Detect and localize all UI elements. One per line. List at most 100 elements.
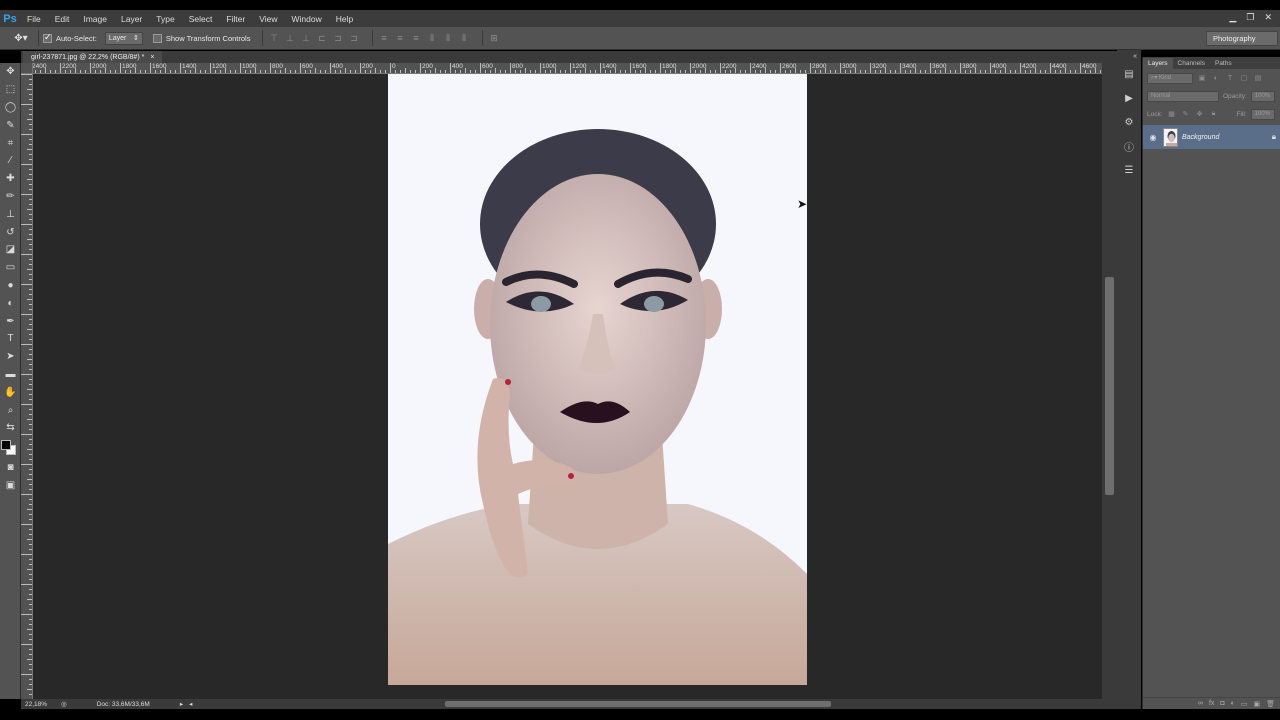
lock-pixels-icon[interactable]: ✎ — [1181, 109, 1191, 119]
move-tool-icon[interactable]: ✥ — [0, 63, 21, 81]
gradient-tool-icon[interactable]: ▭ — [0, 259, 21, 277]
move-tool-preset-icon[interactable]: ✥▾ — [8, 30, 34, 46]
horizontal-ruler[interactable]: 2400 2200 2000 1800 1600 1400 1200 1000 800 600 40… — [33, 63, 1102, 74]
tab-channels[interactable]: Channels — [1173, 58, 1210, 69]
info-panel-icon[interactable]: ⓘ — [1117, 134, 1141, 158]
quick-mask-icon[interactable]: ◙ — [0, 459, 21, 477]
document-image[interactable] — [388, 74, 807, 685]
type-tool-icon[interactable]: T — [0, 330, 21, 348]
foreground-color-swatch[interactable] — [1, 439, 11, 450]
delete-layer-icon[interactable]: 🗑︎ — [1266, 700, 1275, 708]
fill-field[interactable]: 100% — [1250, 108, 1275, 120]
align-bottom-icon[interactable]: ⊥ — [299, 32, 312, 44]
swap-colors-icon[interactable]: ⇆ — [0, 419, 21, 437]
color-swatches[interactable] — [0, 437, 21, 459]
lock-all-icon[interactable]: 🔒︎ — [1209, 109, 1219, 119]
visibility-eye-icon[interactable]: ◉ — [1147, 133, 1159, 142]
vertical-scrollbar[interactable] — [1102, 63, 1117, 699]
kind-filter-dropdown[interactable]: ⌕▾ Kind — [1147, 72, 1193, 84]
info-icon[interactable]: ◎ — [61, 700, 67, 708]
new-adjustment-icon[interactable]: ◐ — [1231, 700, 1235, 707]
auto-select-checkbox[interactable]: Auto-Select: — [43, 32, 97, 43]
opacity-field[interactable]: 100% — [1250, 90, 1275, 102]
eraser-tool-icon[interactable]: ◪ — [0, 241, 21, 259]
distribute-bottom-icon[interactable]: ≡ — [409, 32, 422, 44]
type-filter-icon[interactable]: T — [1225, 73, 1235, 83]
zoom-tool-icon[interactable]: ⌕ — [0, 401, 21, 419]
restore-icon[interactable]: ❐ — [1246, 12, 1254, 23]
menu-window[interactable]: Window — [284, 14, 328, 24]
align-top-icon[interactable]: ⊤ — [267, 32, 280, 44]
close-icon[interactable]: ✕ — [1264, 12, 1272, 23]
dodge-tool-icon[interactable]: ◐ — [0, 294, 21, 312]
lock-position-icon[interactable]: ✥ — [1195, 109, 1205, 119]
lasso-tool-icon[interactable]: ◯ — [0, 99, 21, 117]
menu-file[interactable]: File — [20, 14, 48, 24]
link-layers-icon[interactable]: ∞ — [1198, 700, 1203, 707]
shape-filter-icon[interactable]: ▢ — [1239, 73, 1249, 83]
pen-tool-icon[interactable]: ✒ — [0, 312, 21, 330]
align-right-icon[interactable]: ⊐ — [347, 32, 360, 44]
layer-style-icon[interactable]: fx — [1209, 700, 1214, 707]
pixel-filter-icon[interactable]: ▣ — [1197, 73, 1207, 83]
eyedropper-tool-icon[interactable]: ⁄ — [0, 152, 21, 170]
checkbox-icon[interactable] — [152, 33, 162, 43]
horizontal-scrollbar-thumb[interactable] — [445, 701, 831, 707]
menu-layer[interactable]: Layer — [114, 14, 149, 24]
ruler-origin[interactable] — [21, 63, 33, 74]
menu-edit[interactable]: Edit — [48, 14, 77, 24]
adjustment-filter-icon[interactable]: ◐ — [1211, 73, 1221, 83]
menu-view[interactable]: View — [252, 14, 284, 24]
tab-paths[interactable]: Paths — [1210, 58, 1237, 69]
scroll-left-icon[interactable]: ◂ — [189, 700, 192, 708]
path-selection-tool-icon[interactable]: ➤ — [0, 348, 21, 366]
close-tab-icon[interactable]: × — [150, 54, 154, 61]
history-panel-icon[interactable]: ▤ — [1117, 62, 1141, 86]
smart-object-filter-icon[interactable]: ▤ — [1253, 73, 1263, 83]
align-vcenter-icon[interactable]: ⊥ — [283, 32, 296, 44]
align-left-icon[interactable]: ⊏ — [315, 32, 328, 44]
menu-image[interactable]: Image — [76, 14, 114, 24]
clone-stamp-tool-icon[interactable]: ⊥ — [0, 205, 21, 223]
vertical-ruler[interactable] — [21, 74, 33, 699]
menu-filter[interactable]: Filter — [219, 14, 252, 24]
marquee-tool-icon[interactable]: ⬚ — [0, 81, 21, 99]
crop-tool-icon[interactable]: ⌗ — [0, 134, 21, 152]
menu-select[interactable]: Select — [182, 14, 220, 24]
distribute-right-icon[interactable]: ⫴ — [457, 32, 470, 44]
rectangle-tool-icon[interactable]: ▬ — [0, 366, 21, 384]
healing-brush-tool-icon[interactable]: ✚ — [0, 170, 21, 188]
menu-type[interactable]: Type — [149, 14, 181, 24]
distribute-top-icon[interactable]: ≡ — [377, 32, 390, 44]
quick-select-tool-icon[interactable]: ✎ — [0, 116, 21, 134]
lock-transparency-icon[interactable]: ▦ — [1167, 109, 1177, 119]
align-hcenter-icon[interactable]: ⊐ — [331, 32, 344, 44]
history-brush-tool-icon[interactable]: ↺ — [0, 223, 21, 241]
layer-row[interactable]: ◉ Background 🔒︎ — [1143, 125, 1280, 149]
blur-tool-icon[interactable]: ● — [0, 277, 21, 295]
status-menu-arrow-icon[interactable]: ▸ — [180, 700, 183, 708]
document-tab[interactable]: girl-237871.jpg @ 22,2% (RGB/8#) * × — [23, 51, 163, 63]
layer-name[interactable]: Background — [1182, 134, 1268, 141]
minimize-icon[interactable]: ▁ — [1229, 12, 1236, 23]
screen-mode-icon[interactable]: ▣ — [0, 477, 21, 495]
workspace-switcher[interactable]: Photography — [1206, 31, 1278, 46]
distribute-left-icon[interactable]: ⫴ — [425, 32, 438, 44]
auto-align-icon[interactable]: ⊞ — [487, 32, 500, 44]
menu-help[interactable]: Help — [329, 14, 360, 24]
actions-panel-icon[interactable]: ▶ — [1117, 86, 1141, 110]
checkbox-icon[interactable] — [43, 32, 52, 43]
brush-tool-icon[interactable]: ✏ — [0, 188, 21, 206]
blend-mode-dropdown[interactable]: Normal — [1147, 90, 1219, 102]
zoom-level[interactable]: 22,18% — [25, 701, 47, 708]
new-group-icon[interactable]: ▭ — [1241, 700, 1248, 708]
hand-tool-icon[interactable]: ✋ — [0, 383, 21, 401]
adjustments-panel-icon[interactable]: ⚙ — [1117, 110, 1141, 134]
collapse-panels-icon[interactable]: « — [1117, 50, 1141, 62]
scrollbar-thumb[interactable] — [1105, 277, 1114, 495]
new-layer-icon[interactable]: ▣ — [1253, 700, 1260, 708]
show-transform-checkbox[interactable]: Show Transform Controls — [152, 33, 250, 43]
tab-layers[interactable]: Layers — [1143, 58, 1173, 69]
distribute-vcenter-icon[interactable]: ≡ — [393, 32, 406, 44]
add-mask-icon[interactable]: ◘ — [1220, 700, 1224, 707]
